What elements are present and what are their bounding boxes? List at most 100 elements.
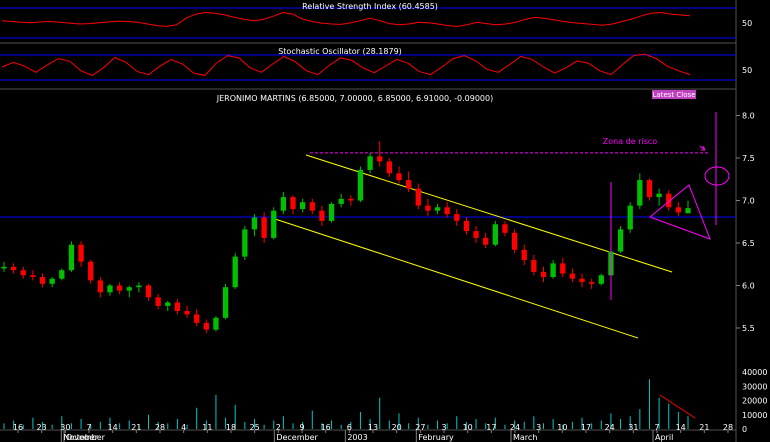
day-tick-label: 7 (654, 423, 659, 432)
candle-body (627, 205, 633, 230)
volume-tick-label: 20000 (742, 397, 767, 406)
day-tick-label: 4 (181, 423, 186, 432)
candle-body (550, 263, 556, 277)
candle-body (97, 280, 103, 293)
candle-body (425, 205, 431, 211)
candle-body (299, 202, 306, 209)
day-tick-label: 10 (463, 423, 473, 432)
month-label: April (655, 433, 673, 442)
candle-body (685, 208, 691, 214)
stochastic-label: Stochastic Oscillator (28.1879) (278, 47, 402, 56)
candle-body (20, 270, 26, 276)
candle-body (348, 198, 354, 201)
day-tick-label: 24 (605, 423, 615, 432)
candle-body (415, 188, 421, 206)
candle-body (405, 180, 412, 189)
price-tick-label: 5.5 (742, 324, 755, 333)
candle-body (251, 217, 258, 230)
candle-body (309, 202, 315, 211)
rsi-tick-label: 50 (742, 19, 752, 28)
day-tick-label: 17 (486, 423, 496, 432)
day-tick-label: 6 (347, 423, 352, 432)
candle-body (319, 210, 325, 221)
candle-body (589, 282, 595, 284)
month-label: November (63, 433, 105, 442)
candle-body (10, 266, 17, 271)
day-tick-label: 11 (202, 423, 212, 432)
candle-body (145, 285, 152, 298)
candle-body (242, 229, 248, 257)
day-tick-label: 9 (299, 423, 304, 432)
candle-body (444, 207, 450, 215)
candle-body (502, 224, 508, 233)
candle-body (155, 297, 161, 306)
candle-body (463, 220, 470, 232)
candle-body (271, 210, 277, 238)
candle-body (492, 224, 498, 245)
price-tick-label: 6.5 (742, 239, 755, 248)
candle-body (367, 156, 373, 170)
day-tick-label: 21 (699, 423, 709, 432)
candle-body (280, 197, 287, 211)
candle-body (531, 260, 537, 272)
candle-body (107, 285, 113, 293)
price-tick-label: 6.0 (742, 282, 755, 291)
candle-body (290, 197, 296, 209)
candle-body (598, 275, 604, 284)
latest-badge-label: Latest Close (653, 91, 696, 99)
volume-tick-label: 30000 (742, 382, 767, 391)
volume-tick-label: 0 (742, 425, 747, 434)
candle-body (386, 161, 393, 174)
candle-body (454, 214, 460, 221)
day-tick-label: 14 (108, 423, 118, 432)
candle-body (126, 287, 132, 291)
day-tick-label: 14 (676, 423, 686, 432)
day-tick-label: 28 (723, 423, 733, 432)
candle-body (617, 229, 624, 252)
day-tick-label: 18 (226, 423, 236, 432)
candle-body (637, 180, 643, 206)
month-label: March (513, 433, 537, 442)
day-tick-label: 16 (13, 423, 23, 432)
candle-body (675, 207, 682, 213)
price-tick-label: 7.5 (742, 154, 755, 163)
candle-body (328, 203, 335, 221)
candle-body (203, 322, 209, 330)
candle-body (78, 244, 84, 262)
day-tick-label: 10 (557, 423, 567, 432)
candle-body (560, 263, 566, 274)
day-tick-label: 25 (250, 423, 260, 432)
candle-body (68, 244, 75, 271)
candle-body (59, 270, 65, 279)
day-tick-label: 20 (392, 423, 402, 432)
candle-body (579, 278, 585, 283)
candle-body (357, 169, 364, 201)
candle-body (646, 180, 653, 198)
month-label: February (418, 433, 454, 442)
volume-tick-label: 10000 (742, 411, 767, 420)
candle-body (377, 156, 383, 162)
candle-body (30, 275, 36, 277)
candle-body (136, 285, 142, 288)
price-tick-label: 8.0 (742, 112, 755, 121)
day-tick-label: 23 (37, 423, 47, 432)
candle-body (232, 256, 238, 288)
day-tick-label: 17 (581, 423, 591, 432)
day-tick-label: 2 (276, 423, 281, 432)
candle-body (434, 207, 441, 211)
candle-body (338, 198, 344, 204)
day-tick-label: 21 (131, 423, 141, 432)
candle-body (1, 266, 7, 269)
day-tick-label: 3 (441, 423, 446, 432)
volume-tick-label: 40000 (742, 368, 767, 377)
candle-body (540, 271, 547, 277)
day-tick-label: 16 (321, 423, 331, 432)
candle-body (194, 314, 200, 323)
rsi-label: Relative Strength Index (60.4585) (302, 2, 438, 11)
chart-canvas: Relative Strength Index (60.4585) 50 Sto… (0, 0, 770, 442)
day-tick-label: 31 (628, 423, 638, 432)
candle-body (222, 287, 229, 318)
month-label: 2003 (347, 433, 367, 442)
candle-body (184, 311, 190, 315)
candle-body (521, 249, 527, 260)
